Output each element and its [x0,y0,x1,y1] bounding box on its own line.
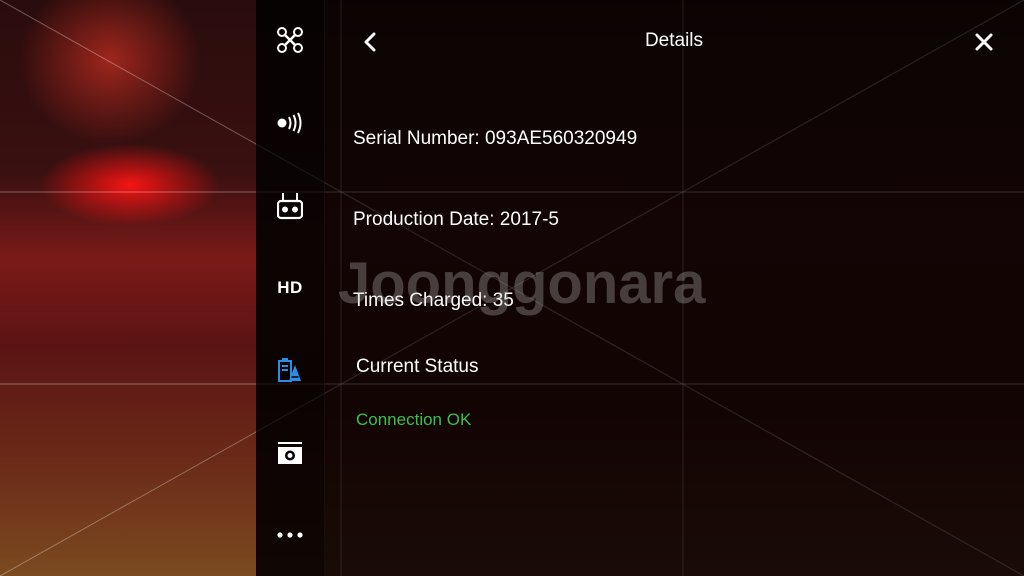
sidebar-item-more[interactable] [256,505,324,565]
camera-icon [278,442,302,464]
drone-icon [277,27,303,53]
production-date: Production Date: 2017-5 [353,209,559,230]
wifi-broadcast-icon [277,112,302,134]
sidebar-item-hd[interactable]: HD [256,258,324,318]
sidebar-item-remote-controller[interactable] [256,176,324,236]
settings-sidebar: HD [256,0,325,576]
sidebar-item-signal[interactable] [256,93,324,153]
app-screen: HD Details Serial Number: 093AE560320949… [0,0,1024,576]
serial-number: Serial Number: 093AE560320949 [353,128,638,149]
sidebar-item-camera[interactable] [256,423,324,483]
page-title: Details [644,30,704,51]
battery-status-icon [278,358,301,382]
close-icon [975,33,993,51]
remote-controller-icon [277,193,303,220]
sidebar-item-aircraft[interactable] [256,10,324,70]
hd-label: HD [277,278,303,297]
sidebar-item-battery[interactable] [256,340,324,400]
close-button[interactable] [964,22,1004,62]
watermark: Joonggonara [338,251,706,316]
status-badge: Connection OK [356,410,472,429]
current-status-heading: Current Status [356,356,479,377]
more-dots-icon [277,532,303,538]
